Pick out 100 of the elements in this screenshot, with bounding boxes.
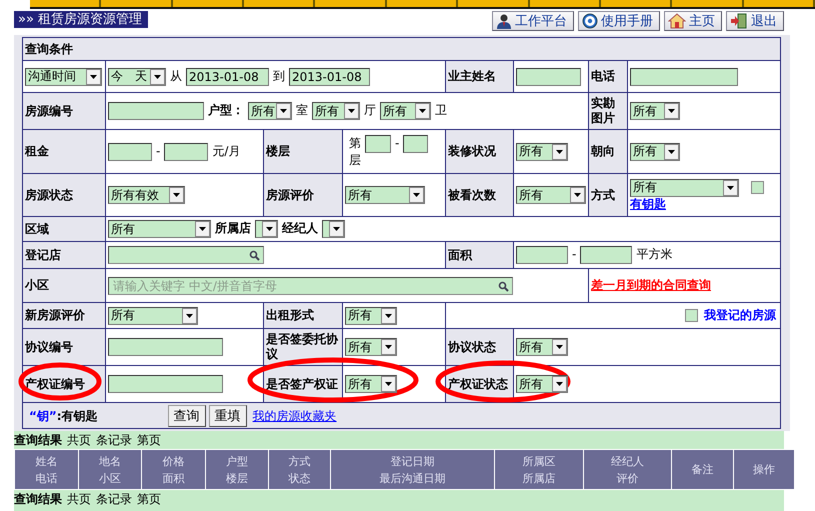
dropdown[interactable]: 所有 (345, 375, 397, 393)
dropdown[interactable]: 所有 (380, 102, 431, 120)
caret-icon (169, 187, 184, 203)
field-label: 电话 (591, 69, 615, 83)
field-label: 所属店 (215, 221, 251, 236)
unit-text: 层 (349, 153, 361, 167)
input-field[interactable] (516, 68, 581, 86)
caret-icon (195, 221, 210, 237)
dropdown[interactable]: 所有 (630, 142, 680, 160)
dropdown[interactable]: 所有 (516, 375, 568, 393)
favorites-link[interactable]: 我的房源收藏夹 (252, 408, 337, 422)
summary-text: 条记录 (96, 490, 132, 508)
dropdown[interactable]: 所有 (516, 142, 568, 160)
column-header: 操作 (734, 450, 794, 490)
search-field[interactable]: 请输入关键字 中文/拼音首字母 (108, 276, 513, 294)
field-label: 房源状态 (25, 188, 73, 202)
input-field[interactable] (630, 68, 738, 86)
unit-text: - (156, 144, 160, 158)
caret-icon (150, 68, 165, 84)
search-icon (498, 280, 509, 292)
summary-title: 查询结果 (14, 490, 62, 508)
checkbox[interactable] (685, 309, 698, 322)
unit-text: 室 (296, 103, 308, 118)
field-label: 新房源评价 (25, 308, 85, 322)
unit-text: 元/月 (212, 144, 240, 158)
dropdown[interactable]: 所有 (108, 220, 211, 238)
column-header: 方式 状态 (268, 450, 330, 490)
form-button[interactable]: 查询 (168, 404, 206, 426)
legend-text: :有钥匙 (56, 408, 98, 422)
dropdown[interactable] (322, 220, 345, 238)
form-button[interactable]: 重填 (208, 404, 247, 426)
summary-text: 共页 (67, 490, 91, 508)
dropdown[interactable]: 所有 (630, 178, 739, 196)
dropdown[interactable]: 所有 (248, 102, 292, 120)
caret-icon (381, 376, 396, 392)
dropdown[interactable]: 所有 (345, 306, 397, 324)
dropdown[interactable]: 今 天 (108, 68, 166, 86)
input-field[interactable] (580, 246, 632, 264)
input-field[interactable] (403, 135, 428, 153)
caret-icon (276, 103, 291, 119)
field-label: 协议状态 (448, 340, 496, 354)
field-label: 装修状况 (448, 144, 496, 158)
caret-icon (552, 144, 567, 160)
section-title: 查询条件 (25, 42, 73, 56)
date-field[interactable]: 2013-01-08 (186, 68, 269, 86)
caret-icon (381, 308, 396, 324)
dropdown[interactable]: 所有 (516, 186, 586, 204)
summary-text: 第页 (137, 490, 161, 508)
toolbar-button[interactable]: 使用手册 (578, 10, 660, 30)
input-field[interactable] (108, 375, 223, 393)
toolbar-button[interactable]: 工作平台 (492, 10, 574, 30)
dropdown[interactable] (255, 220, 278, 238)
input-field[interactable] (108, 142, 152, 160)
caret-icon (723, 180, 738, 196)
exit-door-icon (730, 12, 748, 28)
home-icon (668, 12, 686, 28)
field-label: 登记店 (25, 248, 61, 262)
my-listings-label[interactable]: 我登记的房源 (704, 308, 776, 322)
caret-icon (664, 144, 679, 160)
unit-text: 第 (349, 136, 361, 150)
column-header: 所属区 所属店 (494, 450, 584, 490)
input-field[interactable] (516, 246, 568, 264)
field-label: 是否签委托协议 (266, 332, 338, 361)
caret-icon (381, 339, 396, 355)
caret-icon (552, 376, 567, 392)
dropdown[interactable]: 所有 (630, 102, 680, 120)
toolbar-button[interactable]: 退出 (726, 10, 784, 30)
caret-icon (182, 308, 197, 324)
checkbox[interactable] (751, 181, 764, 194)
toolbar-button[interactable]: 主页 (664, 10, 722, 30)
column-header: 备注 (672, 450, 734, 490)
link[interactable]: 有钥匙 (630, 196, 666, 210)
dropdown[interactable]: 所有 (345, 186, 425, 204)
dropdown[interactable]: 所有 (345, 338, 397, 356)
field-label: 租金 (25, 144, 49, 158)
input-field[interactable] (108, 338, 223, 356)
help-icon (582, 12, 598, 28)
field-label: 区域 (25, 222, 49, 236)
input-field[interactable] (164, 142, 208, 160)
field-label: 面积 (448, 248, 472, 262)
caret-icon (570, 187, 585, 203)
field-label: 经纪人 (282, 221, 318, 236)
dropdown[interactable]: 所有 (516, 338, 568, 356)
dropdown[interactable]: 所有有效 (108, 186, 185, 204)
input-field[interactable] (365, 135, 391, 153)
caret-icon (344, 103, 359, 119)
field-label: 是否签产权证 (266, 376, 338, 390)
dropdown[interactable]: 所有 (108, 306, 198, 324)
search-field[interactable] (108, 246, 264, 264)
input-field[interactable] (108, 102, 204, 120)
column-header: 姓名 电话 (14, 450, 78, 490)
date-field[interactable]: 2013-01-08 (289, 68, 370, 86)
caret-icon (86, 68, 101, 84)
unit-text: - (572, 247, 576, 262)
summary-text: 第页 (137, 432, 161, 448)
search-icon (249, 250, 260, 261)
dropdown[interactable]: 沟通时间 (25, 68, 102, 86)
dropdown[interactable]: 所有 (312, 102, 360, 120)
field-label: 朝向 (591, 144, 615, 158)
field-label: 房源编号 (25, 104, 73, 118)
